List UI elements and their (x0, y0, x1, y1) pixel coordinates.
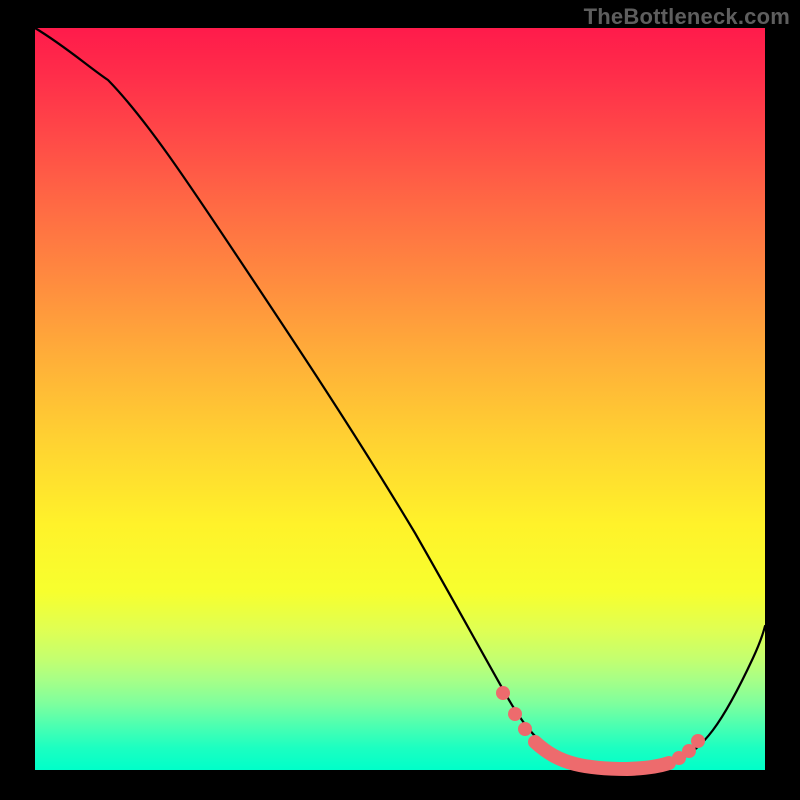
chart-frame: TheBottleneck.com (0, 0, 800, 800)
optimal-range-marker (496, 686, 705, 769)
plot-area (35, 28, 765, 770)
watermark-label: TheBottleneck.com (584, 4, 790, 30)
curve-layer (35, 28, 765, 770)
bottleneck-curve (35, 28, 765, 769)
